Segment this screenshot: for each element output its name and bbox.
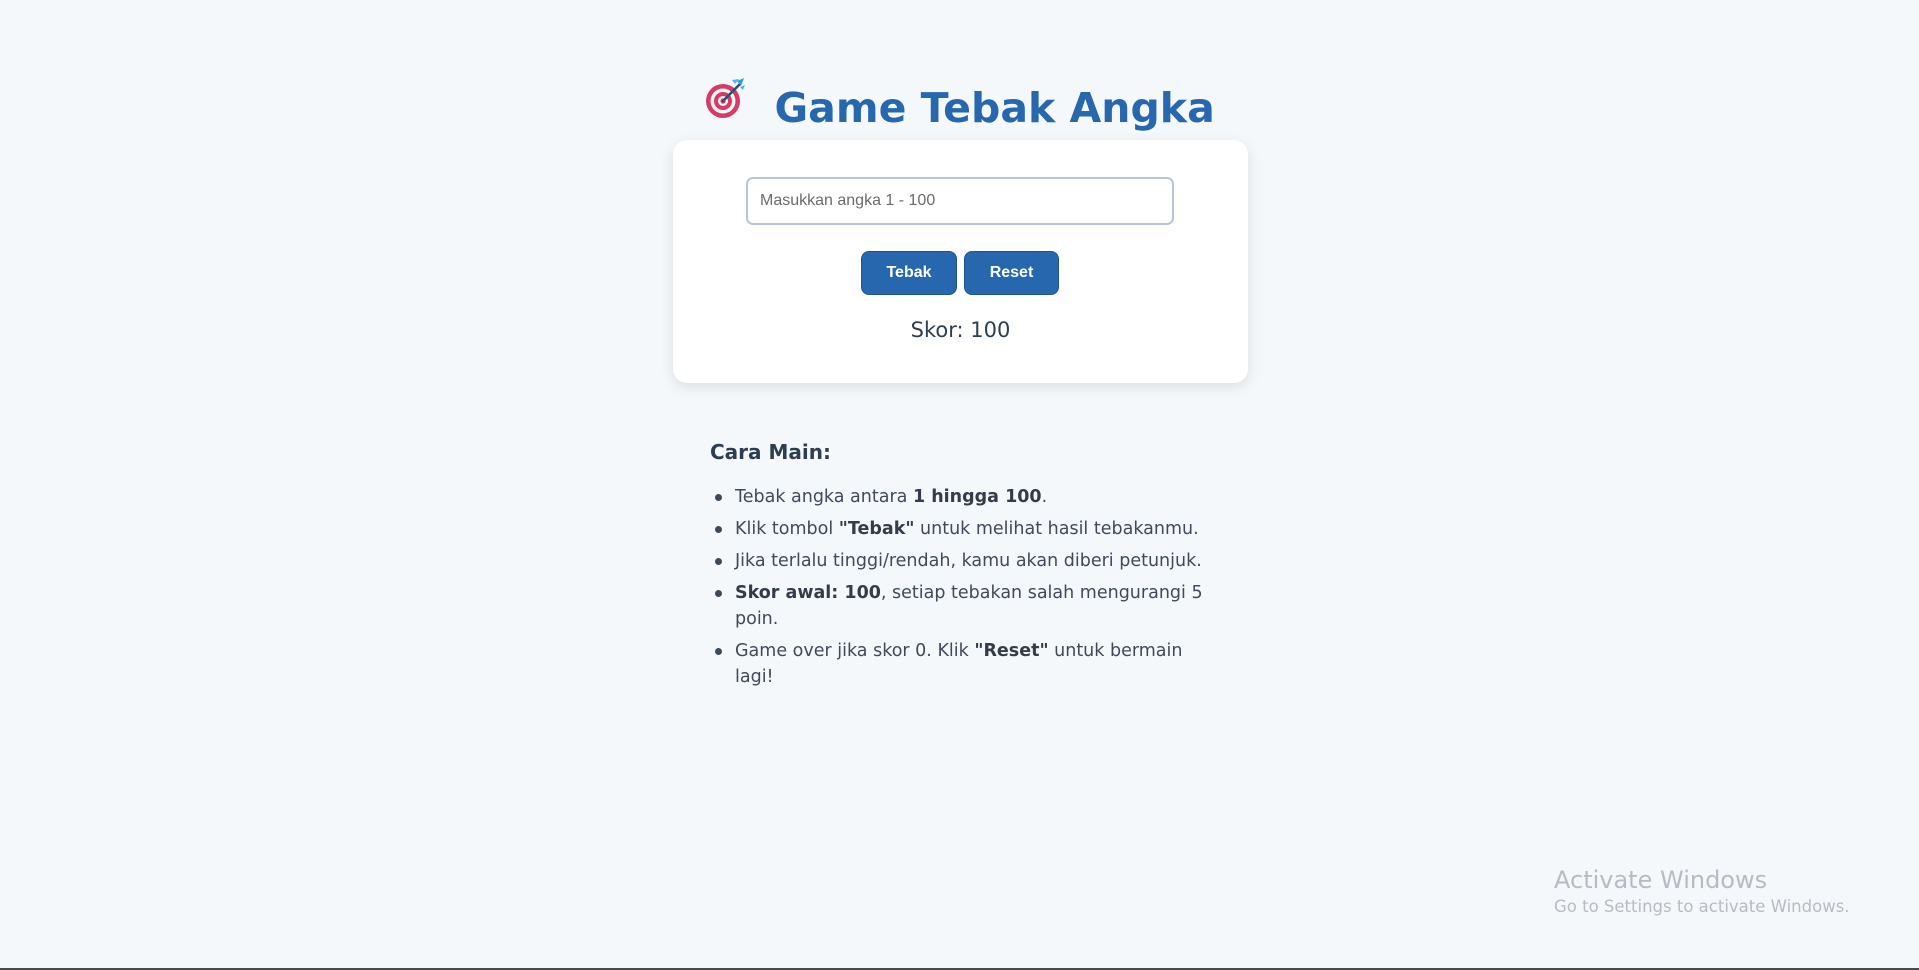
bullet-icon: [715, 590, 722, 597]
guess-button[interactable]: Tebak: [861, 251, 957, 295]
bullet-icon: [715, 526, 722, 533]
rule-emphasis: 1 hingga 100: [912, 487, 1042, 507]
game-card: Tebak Reset Skor: 100: [673, 140, 1248, 383]
rule-text: Game over jika skor 0. Klik: [735, 641, 975, 661]
rule-text: .: [1041, 487, 1048, 507]
rules-heading: Cara Main:: [710, 440, 831, 464]
rule-emphasis: Skor awal: 100: [735, 583, 881, 603]
page-title: Game Tebak Angka: [774, 84, 1215, 132]
rule-item: Klik tombol "Tebak" untuk melihat hasil …: [710, 516, 1220, 542]
rule-text: untuk melihat hasil tebakanmu.: [914, 519, 1199, 539]
rule-text: Tebak angka antara: [735, 487, 913, 507]
rule-emphasis: "Reset": [974, 641, 1049, 661]
rule-text: Klik tombol: [735, 519, 839, 539]
reset-button[interactable]: Reset: [964, 251, 1059, 295]
watermark-title: Activate Windows: [1554, 866, 1768, 894]
bullet-icon: [715, 648, 722, 655]
watermark-subtitle: Go to Settings to activate Windows.: [1554, 897, 1850, 916]
bullet-icon: [715, 558, 722, 565]
rules-list: Tebak angka antara 1 hingga 100. Klik to…: [710, 484, 1220, 690]
target-dart-icon: [704, 77, 748, 132]
rule-item: Jika terlalu tinggi/rendah, kamu akan di…: [710, 548, 1220, 574]
guess-number-input[interactable]: [746, 177, 1174, 225]
bullet-icon: [715, 494, 722, 501]
rule-text: Jika terlalu tinggi/rendah, kamu akan di…: [735, 551, 1202, 571]
rules-section: Cara Main: Tebak angka antara 1 hingga 1…: [710, 437, 1220, 696]
rule-item: Tebak angka antara 1 hingga 100.: [710, 484, 1220, 510]
activate-windows-watermark: Activate Windows Go to Settings to activ…: [1554, 864, 1850, 918]
page-title-row: Game Tebak Angka: [0, 77, 1919, 136]
score-display: Skor: 100: [910, 318, 1011, 342]
rule-item: Skor awal: 100, setiap tebakan salah men…: [710, 580, 1220, 632]
rule-emphasis: "Tebak": [838, 519, 915, 539]
rule-item: Game over jika skor 0. Klik "Reset" untu…: [710, 638, 1220, 690]
